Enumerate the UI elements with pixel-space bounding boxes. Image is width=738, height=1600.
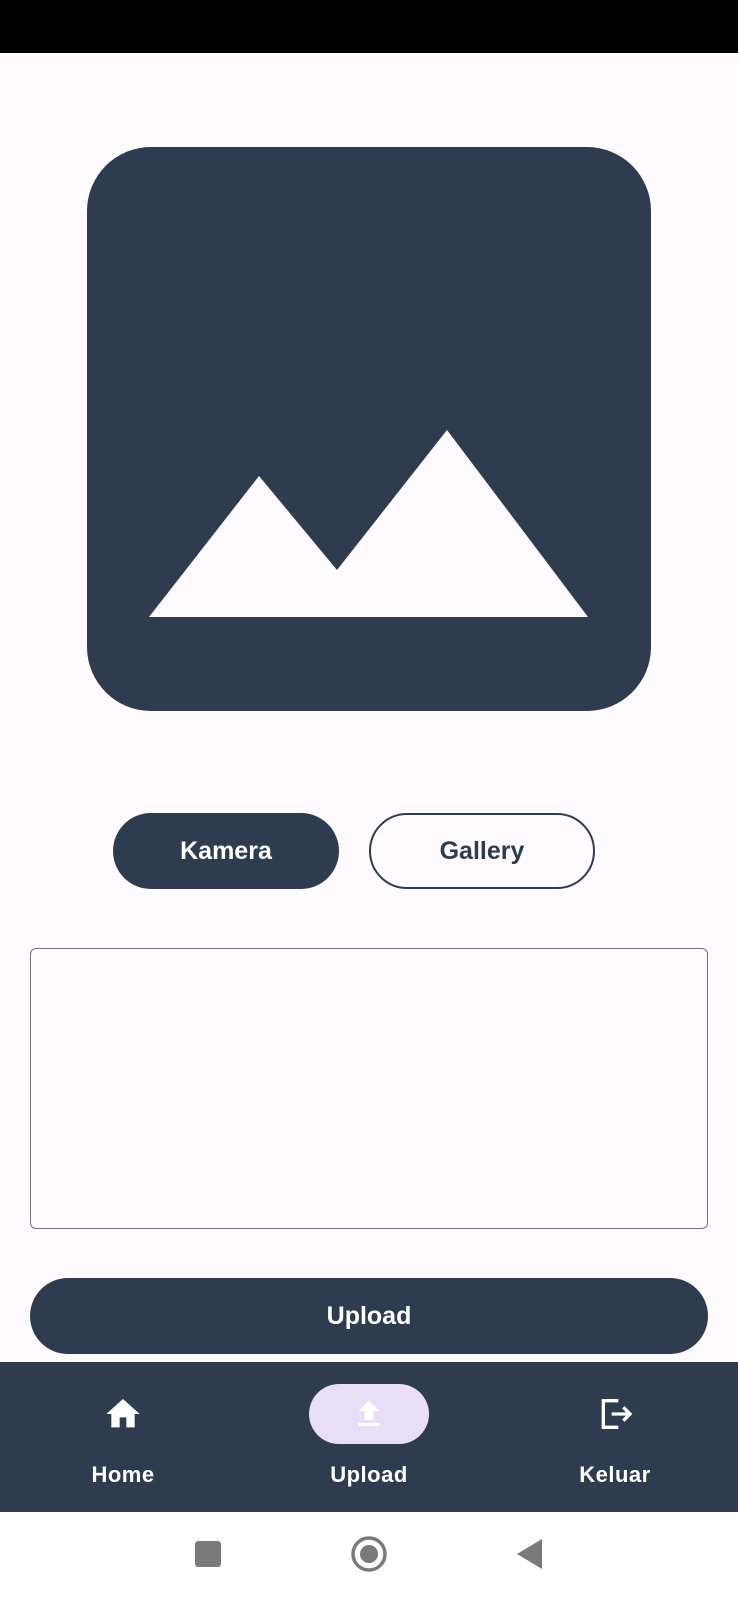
- bottom-navigation: Home Upload Keluar: [0, 1362, 738, 1512]
- home-icon: [106, 1399, 140, 1428]
- nav-item-upload[interactable]: Upload: [269, 1362, 469, 1512]
- home-circle-icon: [351, 1536, 387, 1572]
- logout-icon: [601, 1399, 633, 1429]
- nav-label-upload: Upload: [330, 1462, 408, 1487]
- nav-label-home: Home: [91, 1462, 155, 1487]
- camera-button[interactable]: Kamera: [113, 813, 339, 889]
- recents-button[interactable]: [188, 1534, 228, 1574]
- back-icon: [517, 1539, 542, 1569]
- nav-item-home[interactable]: Home: [23, 1362, 223, 1512]
- image-placeholder-icon: [87, 147, 651, 711]
- nav-label-logout: Keluar: [579, 1462, 651, 1487]
- system-home-button[interactable]: [349, 1534, 389, 1574]
- image-preview: [87, 147, 651, 711]
- status-bar: [0, 0, 738, 53]
- nav-icon-container: [555, 1384, 675, 1444]
- gallery-button[interactable]: Gallery: [369, 813, 595, 889]
- back-button[interactable]: [510, 1534, 550, 1574]
- nav-icon-container: [309, 1384, 429, 1444]
- system-navigation-bar: [0, 1512, 738, 1600]
- nav-icon-container: [63, 1384, 183, 1444]
- upload-button[interactable]: Upload: [30, 1278, 708, 1354]
- description-input[interactable]: [30, 948, 708, 1229]
- upload-icon: [358, 1400, 380, 1426]
- nav-item-logout[interactable]: Keluar: [515, 1362, 715, 1512]
- recents-icon: [195, 1541, 221, 1567]
